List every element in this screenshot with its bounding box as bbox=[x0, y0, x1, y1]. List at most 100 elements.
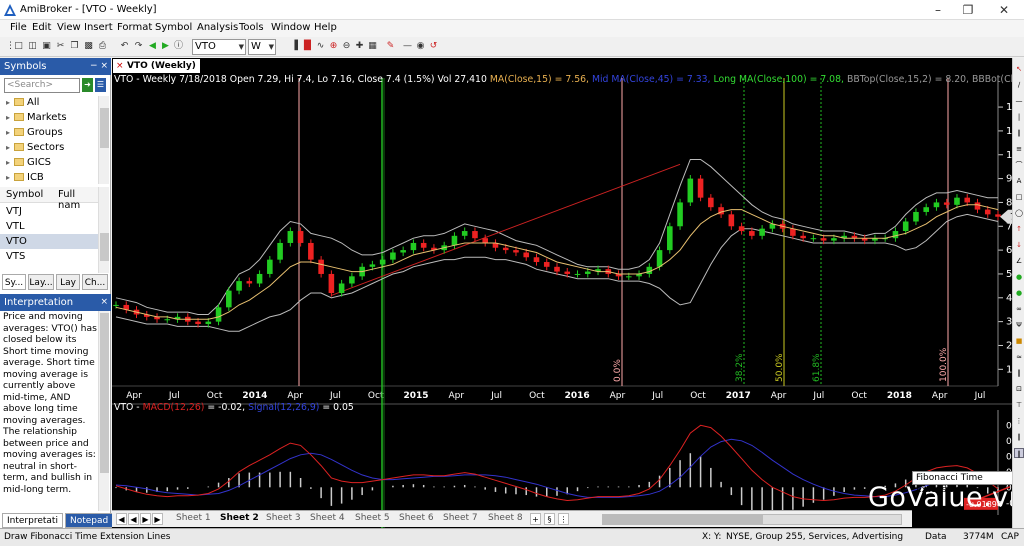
ellipse-icon[interactable]: ◯ bbox=[1014, 208, 1024, 218]
sheet-tab-7[interactable]: Sheet 7 bbox=[443, 513, 478, 523]
pan-icon[interactable]: ● bbox=[1014, 288, 1024, 298]
sheet-tab-8[interactable]: Sheet 8 bbox=[488, 513, 523, 523]
symbol-scrollbar[interactable] bbox=[98, 187, 109, 273]
retrace-icon[interactable]: ⊤ bbox=[1014, 400, 1024, 410]
hline-icon[interactable]: — bbox=[1014, 96, 1024, 106]
sheet-tab-6[interactable]: Sheet 6 bbox=[399, 513, 434, 523]
menu-symbol[interactable]: Symbol bbox=[155, 22, 192, 33]
zoom-in-icon[interactable]: ⊕ bbox=[327, 40, 340, 53]
arrow-down-icon[interactable]: ↓ bbox=[1014, 240, 1024, 250]
gann-icon[interactable]: ∠ bbox=[1014, 256, 1024, 266]
bar-chart-icon[interactable]: ▐ bbox=[288, 40, 301, 53]
undo-icon[interactable]: ↶ bbox=[118, 40, 131, 53]
menu-file[interactable]: File bbox=[10, 22, 27, 33]
symbol-row-selected[interactable]: VTO bbox=[0, 234, 100, 249]
symbol-search-input[interactable]: <Search> bbox=[4, 78, 80, 93]
close-chart-icon[interactable]: × bbox=[116, 59, 124, 73]
tab-layouts[interactable]: Lay bbox=[56, 274, 80, 290]
pin-icon[interactable]: × bbox=[100, 294, 108, 311]
line-chart-icon[interactable]: ∿ bbox=[314, 40, 327, 53]
print-icon[interactable]: ⎙ bbox=[96, 40, 109, 53]
menu-format[interactable]: Format bbox=[117, 22, 152, 33]
save-icon[interactable]: ▣ bbox=[40, 40, 53, 53]
pointer-icon[interactable]: ↖ bbox=[1014, 64, 1024, 74]
tab-symbols[interactable]: Sy... bbox=[2, 274, 26, 290]
tree-item-icb[interactable]: ▸ ICB bbox=[6, 172, 44, 183]
next-sheet-icon[interactable]: ▶ bbox=[140, 513, 151, 525]
arrow-up-icon[interactable]: ↑ bbox=[1014, 224, 1024, 234]
undo-draw-icon[interactable]: ↺ bbox=[427, 40, 440, 53]
scrollbar-thumb[interactable] bbox=[100, 108, 109, 148]
chart-canvas[interactable]: 123456789101112AprJulOct2014AprJulOct201… bbox=[112, 58, 1024, 528]
tab-notepad[interactable]: Notepad bbox=[65, 513, 114, 528]
scrollbar-thumb[interactable] bbox=[100, 233, 109, 261]
prev-sheet-icon[interactable]: ◀ bbox=[128, 513, 139, 525]
column-symbol[interactable]: Symbol bbox=[6, 189, 43, 200]
fib-icon[interactable]: ≡ bbox=[1014, 144, 1024, 154]
redo-icon[interactable]: ↷ bbox=[132, 40, 145, 53]
cycle-icon[interactable]: ∞ bbox=[1014, 304, 1024, 314]
tree-item-gics[interactable]: ▸ GICS bbox=[6, 157, 51, 168]
scrollbar-thumb[interactable] bbox=[100, 313, 109, 473]
add-sheet-icon[interactable]: + bbox=[530, 513, 541, 525]
sheet-scrollbar[interactable] bbox=[602, 514, 902, 525]
interpretation-scrollbar[interactable] bbox=[98, 311, 109, 511]
chart-tab[interactable]: × VTO (Weekly) bbox=[113, 59, 200, 73]
arc-icon[interactable]: ⌒ bbox=[1014, 160, 1024, 170]
tab-interpretation[interactable]: Interpretati bbox=[2, 513, 63, 528]
symbol-combo[interactable]: VTO ▼ bbox=[192, 39, 246, 55]
menu-window[interactable]: Window bbox=[271, 22, 310, 33]
forward-icon[interactable]: ▶ bbox=[159, 40, 172, 53]
tab-layers[interactable]: Lay... bbox=[28, 274, 54, 290]
last-sheet-icon[interactable]: ▶ bbox=[152, 513, 163, 525]
scrollbar-thumb[interactable] bbox=[603, 515, 763, 524]
fib-time-icon[interactable]: ∥ bbox=[1014, 432, 1024, 442]
back-icon[interactable]: ◀ bbox=[146, 40, 159, 53]
text-icon[interactable]: A bbox=[1014, 176, 1024, 186]
extension-icon[interactable]: ⊡ bbox=[1014, 384, 1024, 394]
symbol-row[interactable]: VTS bbox=[0, 249, 100, 264]
menu-view[interactable]: View bbox=[57, 22, 81, 33]
tree-scrollbar[interactable] bbox=[98, 96, 109, 184]
sheet-tab-4[interactable]: Sheet 4 bbox=[310, 513, 345, 523]
sheet-tab-1[interactable]: Sheet 1 bbox=[176, 513, 211, 523]
tree-item-markets[interactable]: ▸ Markets bbox=[6, 112, 67, 123]
paste-icon[interactable]: ▩ bbox=[82, 40, 95, 53]
cut-icon[interactable]: ✂ bbox=[54, 40, 67, 53]
info-icon[interactable]: ⓘ bbox=[172, 40, 185, 53]
zoom-out-icon[interactable]: ⊖ bbox=[340, 40, 353, 53]
pin-icon[interactable]: − × bbox=[90, 58, 108, 75]
copy-icon[interactable]: ❐ bbox=[68, 40, 81, 53]
sheet-option-icon[interactable]: § bbox=[544, 513, 555, 525]
pitchfork-icon[interactable]: Ψ bbox=[1014, 320, 1024, 330]
channel-icon[interactable]: ∥ bbox=[1014, 128, 1024, 138]
chart-window[interactable]: 123456789101112AprJulOct2014AprJulOct201… bbox=[112, 58, 1024, 528]
menu-help[interactable]: Help bbox=[314, 22, 337, 33]
properties-icon[interactable]: ⋮ bbox=[1014, 416, 1024, 426]
tree-item-sectors[interactable]: ▸ Sectors bbox=[6, 142, 64, 153]
draw-pen-icon[interactable]: ✎ bbox=[384, 40, 397, 53]
line-tool-icon[interactable]: — bbox=[401, 40, 414, 53]
tree-item-groups[interactable]: ▸ Groups bbox=[6, 127, 63, 138]
line-draw-icon[interactable]: ∕ bbox=[1014, 80, 1024, 90]
close-icon[interactable]: ✕ bbox=[994, 2, 1014, 18]
menu-edit[interactable]: Edit bbox=[32, 22, 51, 33]
interval-combo[interactable]: W ▼ bbox=[248, 39, 276, 55]
candle-icon[interactable]: █ bbox=[301, 40, 314, 53]
filter-icon[interactable]: ☰ bbox=[95, 78, 106, 92]
time-zone-icon[interactable]: ‖ bbox=[1014, 368, 1024, 378]
zoom-icon[interactable]: ● bbox=[1014, 272, 1024, 282]
fib-time-extension-icon[interactable]: ∥ bbox=[1014, 448, 1024, 458]
open-icon[interactable]: ◫ bbox=[26, 40, 39, 53]
minimize-icon[interactable]: – bbox=[928, 2, 948, 18]
symbol-row[interactable]: VTJ bbox=[0, 204, 100, 219]
regression-icon[interactable]: ≈ bbox=[1014, 352, 1024, 362]
menu-tools[interactable]: Tools bbox=[239, 22, 264, 33]
go-icon[interactable]: ➜ bbox=[82, 78, 93, 92]
rect-icon[interactable]: □ bbox=[1014, 192, 1024, 202]
new-icon[interactable]: □ bbox=[12, 40, 25, 53]
grid-icon[interactable]: ▦ bbox=[366, 40, 379, 53]
highlight-icon[interactable]: ■ bbox=[1014, 336, 1024, 346]
tab-charts[interactable]: Ch... bbox=[82, 274, 108, 290]
crosshair-icon[interactable]: ✚ bbox=[353, 40, 366, 53]
